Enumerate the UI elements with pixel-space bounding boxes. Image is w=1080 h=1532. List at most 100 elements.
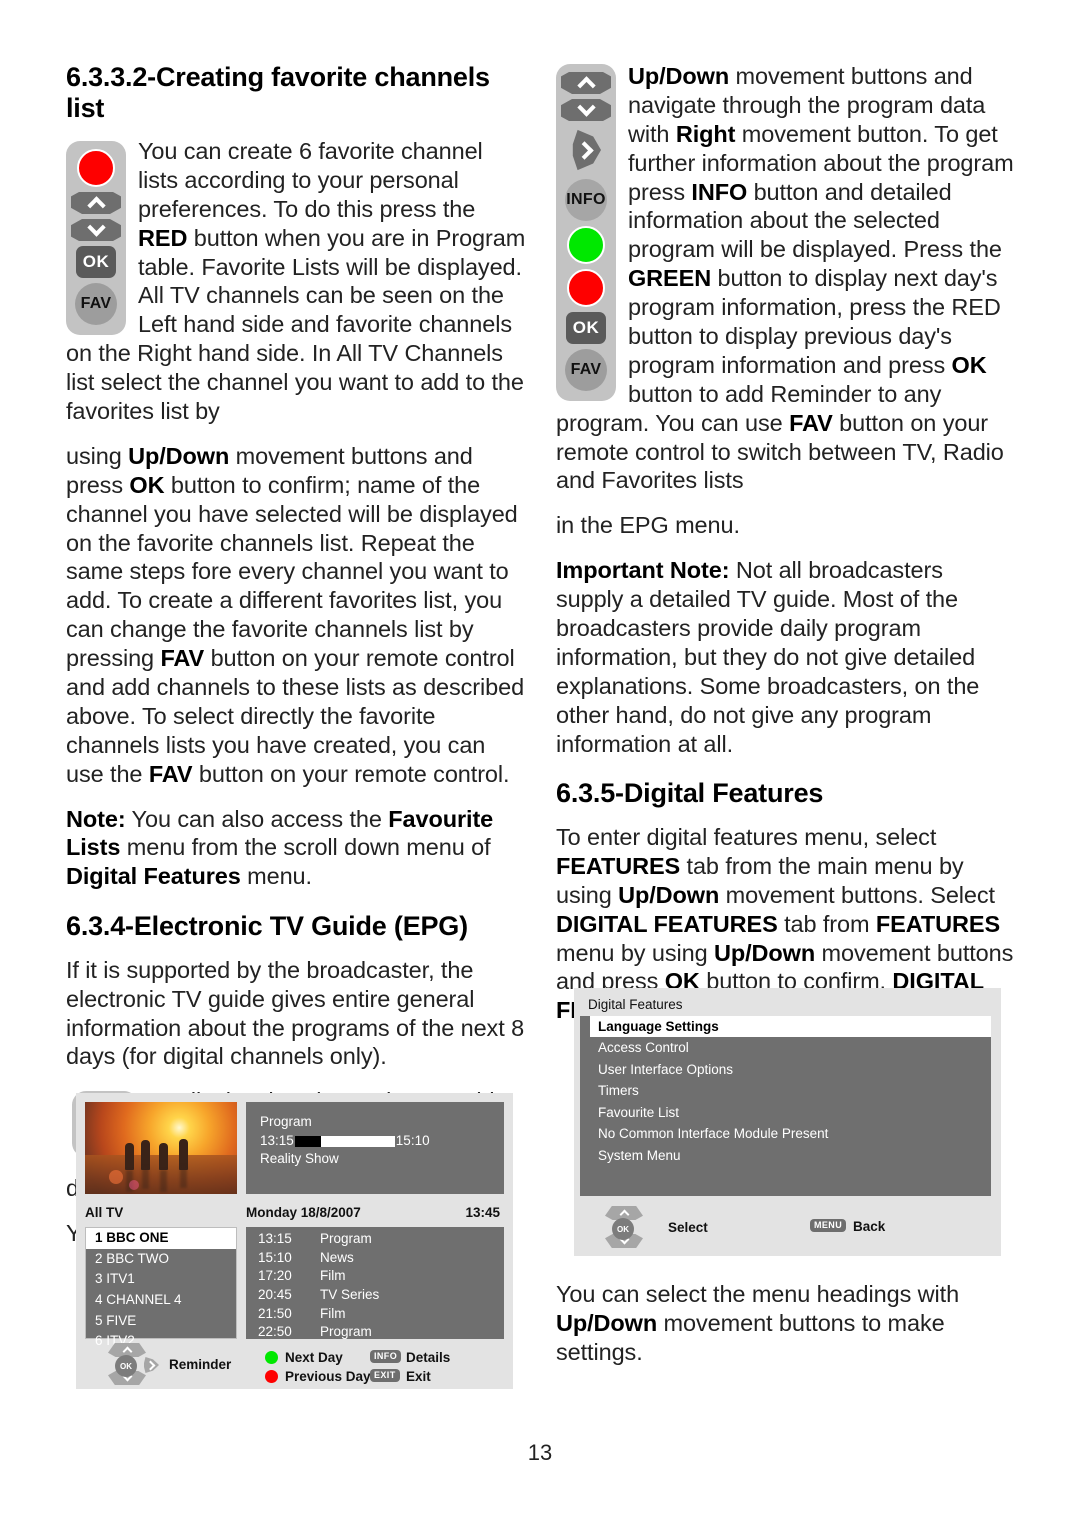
para-bold: FEATURES [556,852,681,879]
fav-button-icon: FAV [75,283,117,325]
para-bold: Up/Down [713,939,816,966]
heading-creating-favorite-channels: 6.3.3.2-Creating favorite channels list [66,62,490,123]
heading-digital-features: 6.3.5-Digital Features [556,778,824,809]
legend-exit-label: Exit [406,1369,431,1384]
df-menu-item[interactable]: Timers [580,1080,991,1101]
legend-reminder-label: Reminder [169,1357,232,1372]
epg-program-row[interactable]: 17:20 Film [258,1267,504,1286]
heading-electronic-tv-guide: 6.3.4-Electronic TV Guide (EPG) [66,911,468,942]
red-button-icon [77,149,115,187]
para-text: You can select the menu headings with [556,1281,960,1307]
epg-program-name: Film [320,1268,346,1284]
epg-channel-item[interactable]: 1 BBC ONE [86,1228,236,1249]
para-bold: DIGITAL FEATURES [556,910,778,937]
epg-header-row: All TV Monday 18/8/2007 13:45 [85,1205,504,1225]
df-legend-bar: OK Select MENU Back [588,1204,991,1250]
exit-key-icon: EXIT [370,1369,400,1382]
epg-date: Monday 18/8/2007 [246,1205,361,1220]
para-text: tab from [777,910,876,937]
para-favorite-1: You can create 6 favorite channel lists … [66,137,526,426]
df-menu-item[interactable]: Language Settings [590,1016,991,1038]
up-button-icon [561,72,611,94]
epg-clock: 13:45 [465,1205,500,1220]
epg-end-time: 15:10 [395,1132,430,1148]
ok-button-icon: OK [76,246,116,278]
para-text: button to confirm; name of the channel y… [66,471,518,672]
epg-program-time: 15:10 [258,1249,292,1265]
epg-channel-list[interactable]: 1 BBC ONE 2 BBC TWO 3 ITV1 4 CHANNEL 4 5… [85,1227,237,1348]
df-menu-item[interactable]: Access Control [580,1037,991,1058]
epg-channel-item[interactable]: 5 FIVE [86,1311,236,1332]
para-text: menu. [240,863,312,890]
para-text: Not all broadcasters supply a detailed T… [556,557,980,757]
df-menu-list[interactable]: Language Settings Access Control User In… [580,1016,991,1196]
down-button-icon [71,219,121,241]
down-button-icon [561,99,611,121]
epg-program-name: Program [320,1231,372,1246]
df-menu-item[interactable]: User Interface Options [580,1059,991,1080]
df-menu-item[interactable]: Favourite List [580,1102,991,1123]
epg-program-row[interactable]: 15:10 News [258,1249,504,1268]
para-bold: OK [129,471,165,498]
epg-program-name: News [320,1249,354,1265]
epg-program-row[interactable]: 20:45 TV Series [258,1286,504,1305]
para-text: To enter digital features menu, select [556,823,937,850]
epg-program-list[interactable]: 13:15 Program 15:10 News 17:20 Film 20:45 TV… [246,1227,504,1339]
df-menu-item[interactable]: No Common Interface Module Present [580,1123,991,1144]
paragraph-epg-navigation: INFO OK FAV Up/Down movement buttons and… [556,62,1016,540]
ok-button-icon: OK [566,312,606,344]
epg-program-time: 17:20 [258,1268,292,1284]
para-text: using [66,442,129,469]
para-text: You can also access the [125,805,389,832]
green-button-icon [567,226,605,264]
page-number: 13 [527,1440,553,1465]
epg-program-time: 13:15 [258,1231,292,1246]
para-bold: Up/Down [618,881,720,908]
para-bold: GREEN [628,265,712,292]
para-bold: FAV [148,760,193,787]
epg-program-row[interactable]: 13:15 Program [258,1230,504,1249]
epg-program-row[interactable]: 21:50 Film [258,1305,504,1324]
note-label: Note: [66,805,126,832]
para-bold: Right [675,120,736,147]
epg-channel-item[interactable]: 3 ITV1 [86,1269,236,1290]
df-menu-item[interactable]: System Menu [580,1145,991,1166]
important-note: Important Note: Not all broadcasters sup… [556,556,1016,758]
para-bold: Up/Down [556,1309,658,1336]
epg-program-time: 22:50 [258,1324,292,1340]
para-text: movement buttons. Select [719,881,995,908]
epg-progress-row: 13:15 15:10 [260,1132,504,1151]
para-epg-nav: Up/Down movement buttons and navigate th… [556,62,1016,495]
note-favourite-lists: Note: You can also access the Favourite … [66,805,526,892]
digital-features-screenshot: Digital Features Language Settings Acces… [574,988,1001,1256]
epg-program-name: TV Series [320,1286,380,1302]
para-bold: Up/Down [628,63,730,89]
info-key-icon: INFO [370,1350,402,1363]
dpad-ok-icon: OK [612,1218,634,1240]
epg-program-time: 21:50 [258,1305,292,1321]
right-column: INFO OK FAV Up/Down movement buttons and… [556,62,1016,1041]
important-note-label: Important Note: [556,557,730,584]
manual-page: 6.3.3.2-Creating favorite channels list … [0,0,1080,1532]
para-bold: OK [951,351,987,378]
para-text: button when you are in Program table. Fa… [66,224,526,425]
epg-channel-item[interactable]: 2 BBC TWO [86,1249,236,1270]
epg-info-panel: Program 13:15 15:10 Reality Show [246,1102,504,1194]
remote-strip-red-ok-fav: OK FAV [66,141,126,335]
para-bold: FAV [160,645,205,672]
dpad-icon: OK [97,1343,159,1385]
df-title: Digital Features [588,997,683,1012]
paragraph-favorite-channels: OK FAV You can create 6 favorite channel… [66,137,526,789]
up-button-icon [71,192,121,214]
para-menu-headings: You can select the menu headings with Up… [556,1280,1016,1367]
para-text: menu by using [556,939,714,966]
epg-screenshot: Program 13:15 15:10 Reality Show All TV M… [76,1093,513,1389]
legend-details-label: Details [406,1350,451,1365]
para-bold: Up/Down [128,442,230,469]
epg-program-row[interactable]: 22:50 Program [258,1323,504,1342]
right-button-icon [572,129,601,171]
para-epg-nav-tail: in the EPG menu. [556,512,740,539]
legend-back-label: Back [853,1219,886,1234]
epg-channel-item[interactable]: 4 CHANNEL 4 [86,1290,236,1311]
epg-progress-bar [294,1135,395,1147]
